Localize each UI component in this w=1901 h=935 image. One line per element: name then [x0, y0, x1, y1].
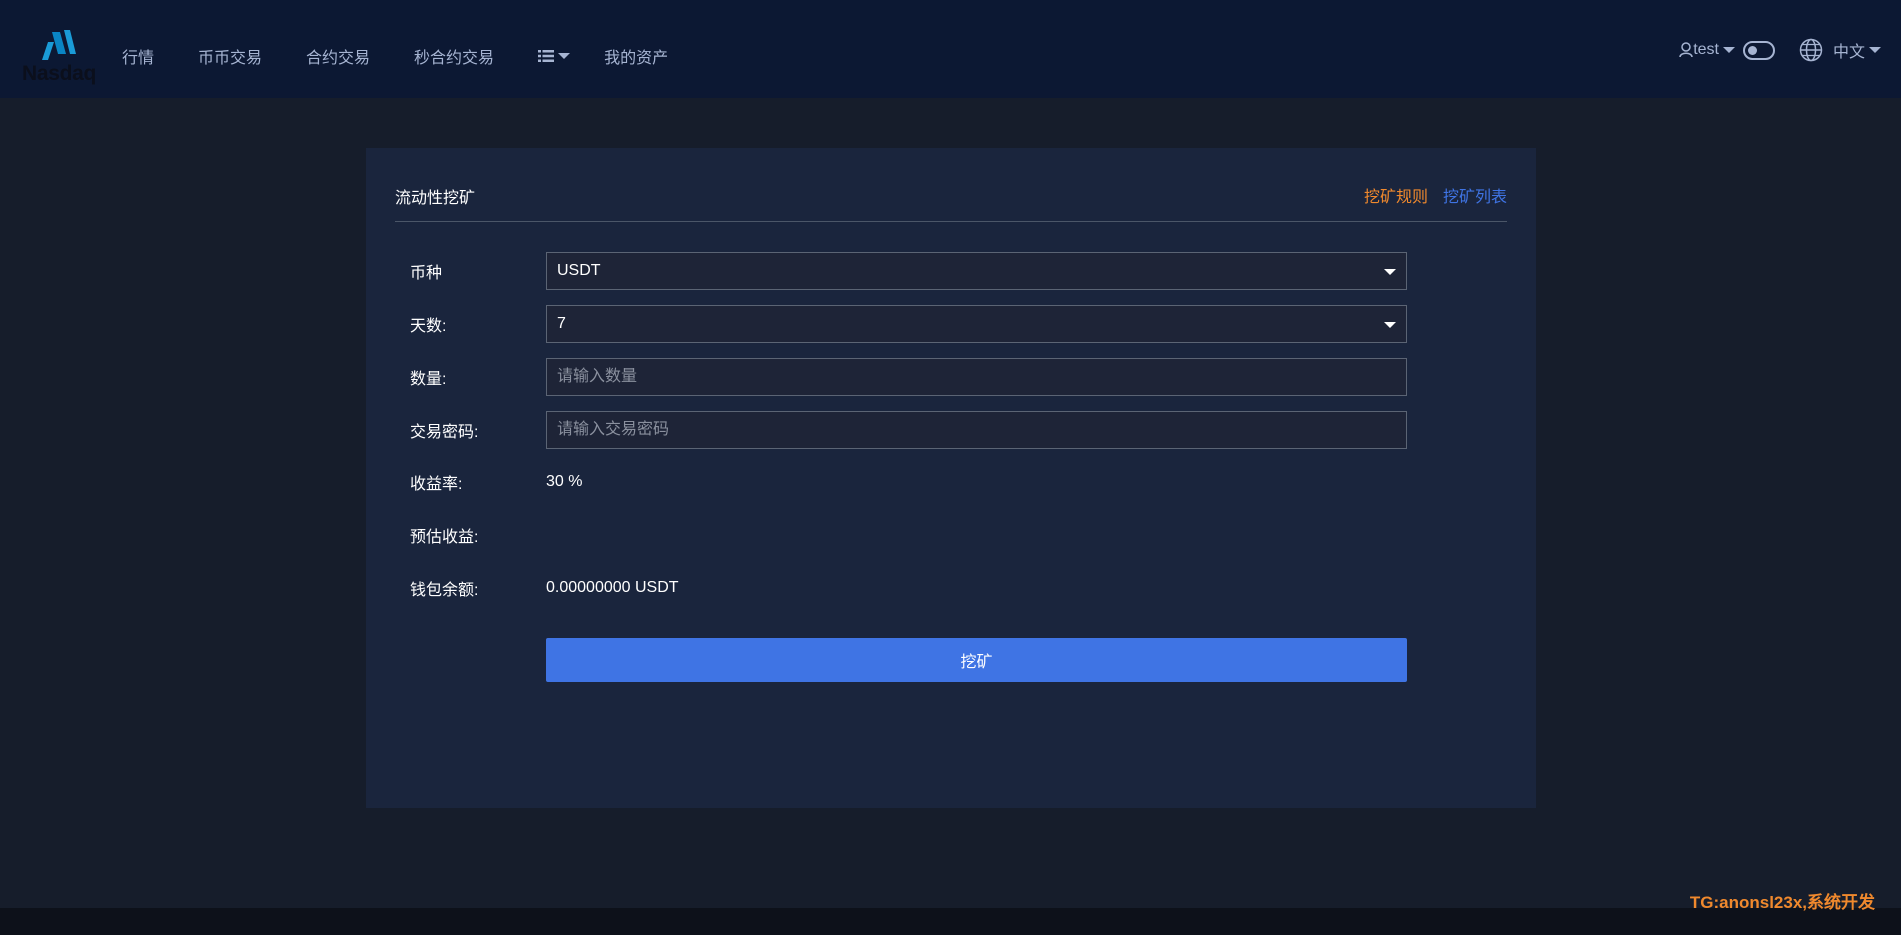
estimate-label: 预估收益: — [410, 529, 479, 546]
mining-card: 流动性挖矿 挖矿规则 挖矿列表 币种 USDT 天数: 7 数量: 交易密码: … — [366, 148, 1536, 808]
mining-list-link[interactable]: 挖矿列表 — [1443, 183, 1507, 207]
balance-value: 0.00000000 USDT — [546, 579, 679, 596]
balance-label: 钱包余额: — [410, 582, 479, 599]
yield-label: 收益率: — [410, 476, 463, 493]
chevron-down-icon — [558, 53, 571, 59]
amount-label: 数量: — [410, 371, 447, 388]
list-icon — [538, 50, 555, 62]
nav-contract-trading[interactable]: 合约交易 — [306, 44, 370, 68]
currency-label: 币种 — [410, 265, 443, 282]
chevron-down-icon — [1869, 47, 1881, 53]
nav-second-contract[interactable]: 秒合约交易 — [414, 44, 494, 68]
amount-input[interactable] — [557, 359, 1396, 395]
nasdaq-logo-icon — [42, 30, 76, 60]
main-nav: 行情 币币交易 合约交易 秒合约交易 我的资产 — [122, 44, 712, 68]
nav-my-assets[interactable]: 我的资产 — [604, 44, 668, 68]
user-icon — [1679, 42, 1693, 58]
language-label: 中文 — [1832, 44, 1865, 61]
logo[interactable]: Nasdaq — [20, 28, 100, 88]
user-menu[interactable]: test — [1679, 41, 1735, 59]
username: test — [1693, 41, 1719, 58]
logo-text: Nasdaq — [22, 62, 97, 85]
theme-toggle[interactable] — [1742, 40, 1775, 60]
chevron-down-icon — [1384, 269, 1396, 275]
row-currency: 币种 USDT — [410, 252, 1450, 290]
chevron-down-icon — [1384, 322, 1396, 328]
password-field-wrap — [546, 411, 1407, 449]
row-balance: 钱包余额: 0.00000000 USDT — [410, 569, 1450, 607]
days-label: 天数: — [410, 318, 447, 335]
card-links: 挖矿规则 挖矿列表 — [1364, 183, 1507, 207]
trade-password-input[interactable] — [557, 412, 1396, 448]
nav-market[interactable]: 行情 — [122, 44, 154, 68]
yield-value: 30 % — [546, 473, 583, 490]
mining-rules-link[interactable]: 挖矿规则 — [1364, 183, 1428, 207]
amount-field-wrap — [546, 358, 1407, 396]
currency-value: USDT — [557, 262, 601, 279]
card-header: 流动性挖矿 挖矿规则 挖矿列表 — [395, 148, 1507, 222]
row-days: 天数: 7 — [410, 305, 1450, 343]
currency-select[interactable]: USDT — [546, 252, 1407, 290]
nav-more-menu[interactable] — [538, 50, 571, 62]
days-value: 7 — [557, 315, 566, 332]
card-title: 流动性挖矿 — [395, 190, 476, 207]
globe-icon — [1799, 38, 1823, 62]
top-header: Nasdaq 行情 币币交易 合约交易 秒合约交易 我的资产 test 中文 — [0, 0, 1901, 98]
watermark-text: TG:anonsl23x,系统开发 — [1689, 893, 1875, 912]
row-estimate: 预估收益: — [410, 516, 1450, 554]
password-label: 交易密码: — [410, 424, 479, 441]
footer-bar — [0, 908, 1901, 935]
header-right: test 中文 — [1679, 38, 1881, 62]
row-password: 交易密码: — [410, 411, 1450, 449]
mine-button[interactable]: 挖矿 — [546, 638, 1407, 682]
chevron-down-icon — [1722, 47, 1735, 53]
days-select[interactable]: 7 — [546, 305, 1407, 343]
nav-spot-trading[interactable]: 币币交易 — [198, 44, 262, 68]
row-amount: 数量: — [410, 358, 1450, 396]
language-selector[interactable]: 中文 — [1799, 38, 1881, 62]
row-yield: 收益率: 30 % — [410, 463, 1450, 501]
